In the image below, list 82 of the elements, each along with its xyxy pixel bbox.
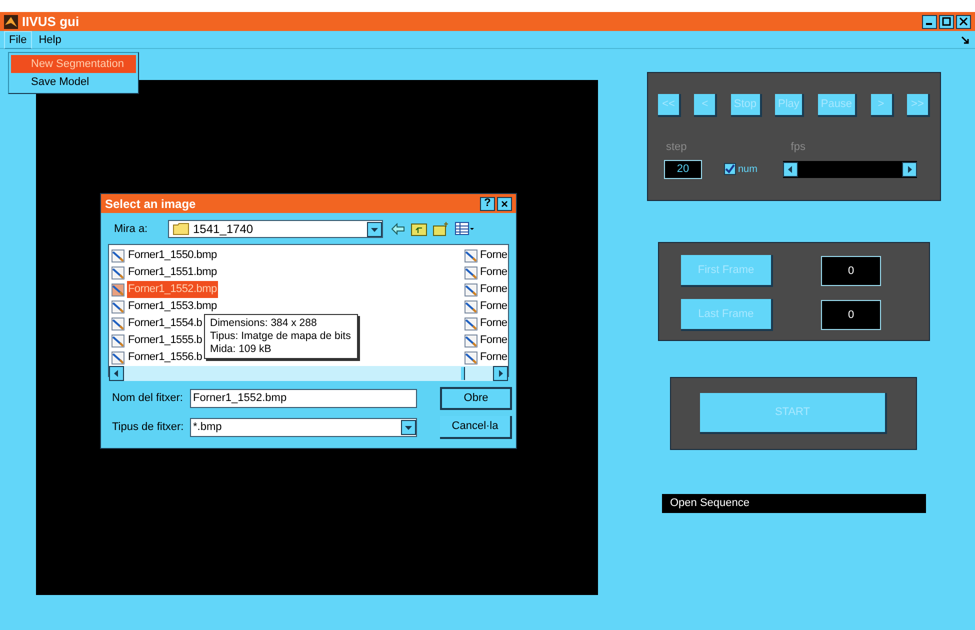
file-name[interactable]: Forner1_1555.b <box>127 332 204 349</box>
filename-label: Nom del fitxer: <box>112 391 184 406</box>
file-name[interactable]: Forner1_1550.bmp <box>127 247 218 264</box>
file-name[interactable]: Forne <box>480 264 508 281</box>
tooltip-line: Tipus: Imatge de mapa de bits <box>210 330 352 343</box>
up-folder-icon[interactable] <box>411 222 427 236</box>
image-file-icon <box>111 282 125 296</box>
dropdown-button[interactable] <box>367 222 382 236</box>
image-file-icon <box>464 316 478 330</box>
file-name[interactable]: Forne <box>480 332 508 349</box>
filetype-dropdown[interactable]: *.bmp <box>190 418 417 437</box>
image-file-icon <box>464 282 478 296</box>
arrow-icon <box>961 36 969 44</box>
left-triangle-icon <box>787 166 794 172</box>
look-in-value: 1541_1740 <box>193 221 254 238</box>
menu-option[interactable]: Save Model <box>11 73 136 91</box>
help-button[interactable]: ? <box>480 196 495 210</box>
filetype-value: *.bmp <box>193 420 222 436</box>
scroll-left-button[interactable] <box>109 366 124 381</box>
image-file-icon <box>464 334 478 348</box>
image-file-icon <box>464 350 478 364</box>
app-logo-icon <box>4 14 18 28</box>
image-file-icon <box>464 248 478 262</box>
dialog-title: Select an image <box>105 196 196 212</box>
scroll-thumb[interactable] <box>461 367 465 380</box>
new-folder-icon[interactable] <box>433 222 449 236</box>
image-file-icon <box>111 266 125 280</box>
folder-icon <box>173 223 189 235</box>
maximize-button[interactable] <box>939 14 954 28</box>
file-name[interactable]: Forner1_1553.bmp <box>127 298 218 315</box>
look-in-label: Mira a: <box>114 222 149 237</box>
file-name[interactable]: Forne <box>480 298 508 315</box>
num-checkbox[interactable] <box>724 163 736 175</box>
close-button[interactable] <box>956 14 971 28</box>
image-file-icon <box>464 266 478 280</box>
image-file-icon <box>111 248 125 262</box>
view-menu-icon[interactable] <box>455 222 475 236</box>
slider-left-button[interactable] <box>783 162 798 176</box>
fps-slider[interactable] <box>783 160 918 178</box>
image-file-icon <box>111 334 125 348</box>
status-field: Open Sequence <box>662 494 926 513</box>
look-in-dropdown[interactable]: 1541_1740 <box>168 220 383 238</box>
file-name[interactable]: Forne <box>480 315 508 332</box>
image-file-icon <box>111 316 125 330</box>
back-arrow-icon[interactable] <box>391 223 405 235</box>
tooltip-line: Mida: 109 kB <box>210 343 272 356</box>
frame-field[interactable]: 0 <box>821 256 881 286</box>
cancel-button[interactable]: Cancel·la <box>440 416 512 439</box>
file-name[interactable]: Forne <box>480 281 508 298</box>
step-field[interactable]: 20 <box>664 160 702 178</box>
step-label: step <box>666 140 687 155</box>
image-file-icon <box>111 350 125 364</box>
frame-field[interactable]: 0 <box>821 300 881 330</box>
window-title: IIVUS gui <box>22 12 80 31</box>
slider-right-button[interactable] <box>902 162 918 176</box>
down-triangle-icon <box>405 424 412 431</box>
dropdown-button[interactable] <box>401 420 416 435</box>
file-name[interactable]: Forner1_1551.bmp <box>127 264 218 281</box>
close-icon <box>959 17 968 26</box>
filename-field[interactable]: Forner1_1552.bmp <box>190 389 417 408</box>
file-name[interactable]: Forner1_1556.b <box>127 349 204 366</box>
filetype-label: Tipus de fitxer: <box>112 420 185 436</box>
left-triangle-icon <box>113 370 120 377</box>
menu-item[interactable]: Help <box>34 30 66 48</box>
image-file-icon <box>111 300 125 314</box>
tooltip-line: Dimensions: 384 x 288 <box>210 317 318 330</box>
right-triangle-icon <box>497 370 504 377</box>
file-name[interactable]: Forner1_1554.b <box>127 315 204 332</box>
file-name[interactable]: Forne <box>480 247 508 264</box>
file-name[interactable]: Forne <box>480 349 508 366</box>
horizontal-scrollbar[interactable] <box>109 366 508 381</box>
close-button[interactable]: × <box>497 196 512 210</box>
right-triangle-icon <box>906 166 914 172</box>
fps-label: fps <box>790 140 806 155</box>
maximize-icon <box>942 17 951 26</box>
menu-item[interactable]: File <box>4 30 32 48</box>
open-button[interactable]: Obre <box>440 387 512 410</box>
num-label: num <box>738 162 758 176</box>
minimize-button[interactable] <box>922 14 937 28</box>
down-triangle-icon <box>371 226 378 232</box>
image-file-icon <box>464 300 478 314</box>
scroll-right-button[interactable] <box>493 366 508 381</box>
